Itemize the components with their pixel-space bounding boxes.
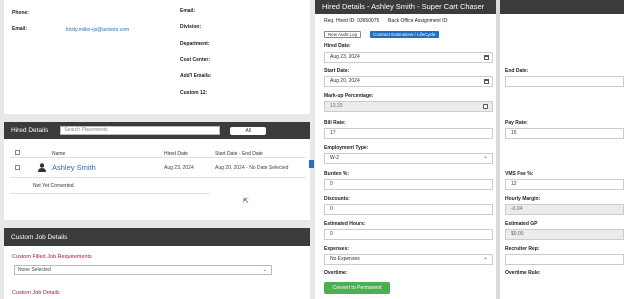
- req-hired-id: Req. Hired ID: 93650075: [324, 18, 380, 24]
- person-icon: [38, 163, 46, 172]
- hired-details-header: Hired Details Search Placements All: [4, 122, 310, 139]
- discounts-value: 0: [330, 206, 333, 212]
- vms-fee-label: VMS Fee %:: [505, 171, 534, 177]
- vms-fee-input[interactable]: 12: [505, 179, 624, 190]
- filter-all-button[interactable]: All: [230, 126, 267, 135]
- search-placements-input[interactable]: Search Placements: [60, 126, 221, 135]
- bill-rate-input[interactable]: 17: [324, 128, 493, 139]
- est-hours-input[interactable]: 0: [324, 229, 493, 240]
- markup-value: 13.33: [330, 103, 343, 109]
- pay-rate-label: Pay Rate:: [505, 120, 528, 126]
- calendar-icon[interactable]: [484, 79, 489, 84]
- expenses-value: No Expenses: [330, 256, 360, 262]
- convert-to-permanent-button[interactable]: Convert to Permanent: [324, 282, 390, 294]
- overtime-rule-label: Overtime Rule:: [505, 270, 541, 276]
- email-value[interactable]: kristy.miller+js@avionte.com: [66, 27, 129, 33]
- expenses-select[interactable]: No Expenses: [324, 254, 493, 265]
- est-gp-label: Estimated GP: [505, 221, 538, 227]
- right-label-addl-emails: Add'l Emails:: [180, 73, 212, 79]
- hourly-margin-value: -0.04: [511, 206, 523, 212]
- chevron-down-icon: ⌄: [262, 267, 267, 273]
- divider: [10, 177, 306, 178]
- markup-lock-checkbox[interactable]: [483, 104, 488, 109]
- hired-date-input[interactable]: Aug 23, 2024: [324, 52, 493, 63]
- expenses-label: Expenses:: [324, 246, 350, 252]
- email-label: Email:: [12, 26, 28, 32]
- calendar-icon[interactable]: [484, 55, 489, 60]
- discounts-label: Discounts:: [324, 196, 350, 202]
- hired-date-value: Aug 23, 2024: [330, 54, 360, 60]
- pay-rate-value: 15: [511, 130, 517, 136]
- phone-label: Phone:: [12, 10, 29, 16]
- email-link[interactable]: kristy.miller+js@avionte.com: [66, 27, 129, 33]
- est-gp-value: $0.00: [511, 231, 524, 237]
- recruiter-rep-label: Recruiter Rep:: [505, 246, 540, 252]
- hired-date-label: Hired Date:: [324, 43, 351, 49]
- start-date-value: Aug 20, 2024: [330, 78, 360, 84]
- burden-value: 0: [330, 181, 333, 187]
- recruiter-rep-input[interactable]: [505, 254, 624, 265]
- discounts-input[interactable]: 0: [324, 204, 493, 215]
- back-office-id: Back Office Assignment ID:: [388, 18, 449, 24]
- contact-card: Phone: Email: kristy.miller+js@avionte.c…: [4, 0, 310, 114]
- start-date-label: Start Date:: [324, 68, 350, 74]
- contract-extensions-button[interactable]: Contract Extensions / LifeCycle: [370, 31, 439, 38]
- filled-requirements-label: Custom Filled Job Requirements: [12, 254, 92, 260]
- row-hired-date: Aug 23, 2024: [164, 165, 194, 171]
- filled-requirements-value: None Selected: [18, 267, 51, 273]
- employment-type-select[interactable]: W-2: [324, 153, 493, 164]
- est-hours-label: Estimated Hours:: [324, 221, 366, 227]
- mouse-cursor-icon: ⇱: [243, 198, 249, 205]
- markup-input: 13.33: [324, 101, 493, 112]
- filled-requirements-select[interactable]: None Selected ⌄: [14, 265, 272, 275]
- right-label-email: Email:: [180, 8, 196, 14]
- pay-rate-input[interactable]: 15: [505, 128, 624, 139]
- row-checkbox[interactable]: [15, 165, 20, 170]
- est-hours-value: 0: [330, 231, 333, 237]
- email-field: Email:: [12, 26, 27, 32]
- overtime-label: Overtime:: [324, 270, 348, 276]
- hourly-margin-label: Hourly Margin:: [505, 196, 541, 202]
- hired-details-panel: Hired Details Search Placements All Name…: [4, 122, 310, 220]
- right-label-custom12: Custom 12:: [180, 90, 208, 96]
- custom-job-details-label: Custom Job Details: [12, 290, 60, 296]
- start-date-input[interactable]: Aug 20, 2024: [324, 76, 493, 87]
- side-tab[interactable]: [309, 160, 314, 168]
- bill-rate-label: Bill Rate:: [324, 120, 346, 126]
- hired-details-title: Hired Details: [11, 127, 49, 134]
- hired-details-modal: Hired Details - Ashley Smith - Super Car…: [315, 0, 624, 299]
- candidate-name-link[interactable]: Ashley Smith: [52, 163, 96, 172]
- est-gp-input: $0.00: [505, 229, 624, 240]
- employment-type-value: W-2: [330, 155, 340, 161]
- bill-rate-value: 17: [330, 130, 336, 136]
- modal-scrollbar[interactable]: [496, 0, 500, 299]
- select-all-checkbox[interactable]: [15, 150, 20, 155]
- markup-label: Mark-up Percentage:: [324, 93, 374, 99]
- employment-type-label: Employment Type:: [324, 145, 369, 151]
- vms-fee-value: 12: [511, 181, 517, 187]
- end-date-input[interactable]: [505, 76, 624, 87]
- divider: [10, 157, 306, 158]
- hourly-margin-input: -0.04: [505, 204, 624, 215]
- custom-job-header: Custom Job Details: [4, 228, 310, 246]
- modal-title: Hired Details - Ashley Smith - Super Car…: [315, 0, 624, 14]
- row-start-end: Aug 20, 2024 - No Date Selected: [215, 165, 289, 171]
- custom-job-panel: Custom Job Details Custom Filled Job Req…: [4, 228, 310, 299]
- right-label-cost-center: Cost Center:: [180, 57, 211, 63]
- conversion-status: Not Yet Converted.: [33, 183, 75, 189]
- divider: [10, 193, 210, 194]
- new-audit-log-button[interactable]: New Audit Log: [324, 31, 362, 38]
- end-date-label: End Date:: [505, 68, 529, 74]
- right-label-department: Department:: [180, 41, 210, 47]
- custom-job-title: Custom Job Details: [11, 233, 68, 241]
- burden-label: Burden %:: [324, 171, 349, 177]
- burden-input[interactable]: 0: [324, 179, 493, 190]
- phone-field: Phone:: [12, 10, 29, 16]
- right-label-division: Division:: [180, 24, 202, 30]
